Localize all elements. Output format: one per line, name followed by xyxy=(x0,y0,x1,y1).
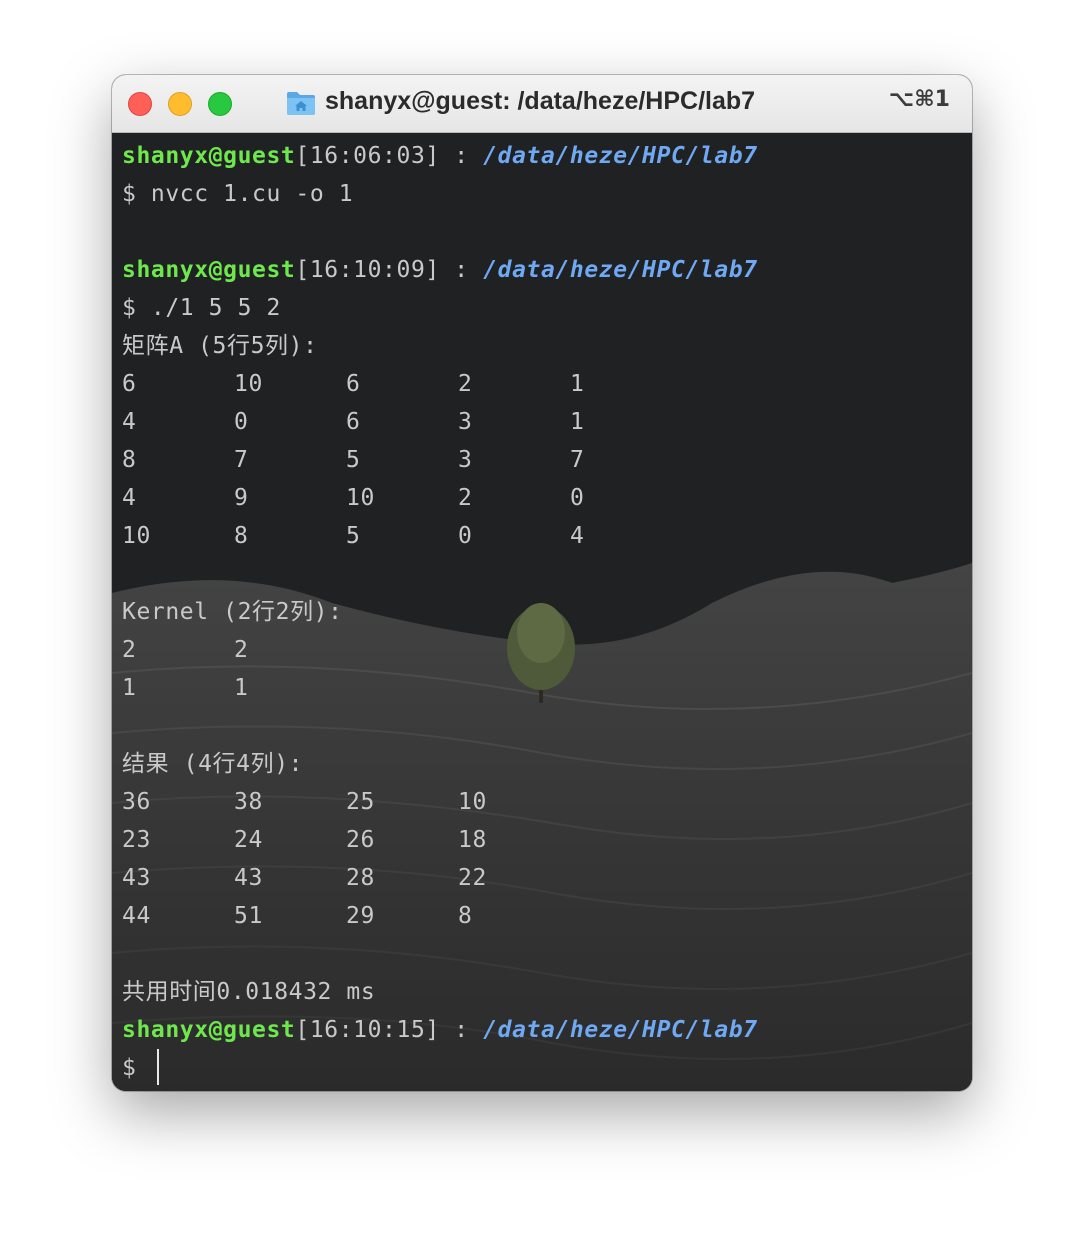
result-cell: 26 xyxy=(346,827,375,853)
result-cell: 8 xyxy=(458,903,473,929)
terminal-content[interactable]: shanyx@guest[16:06:03] : /data/heze/HPC/… xyxy=(112,133,972,1091)
result-row: 43 43 28 22 xyxy=(122,859,962,897)
kernel-row: 11 xyxy=(122,669,962,707)
result-cell: 22 xyxy=(458,865,487,891)
input-line[interactable]: $ xyxy=(122,1048,962,1087)
close-button[interactable] xyxy=(128,92,152,116)
prompt-time: [16:06:03] xyxy=(295,143,440,169)
matrix-a-row: 10 8 5 0 4 xyxy=(122,517,962,555)
maximize-button[interactable] xyxy=(208,92,232,116)
kernel-row: 22 xyxy=(122,631,962,669)
matrix-cell: 7 xyxy=(570,447,585,473)
matrix-cell: 2 xyxy=(458,371,473,397)
kernel-cell: 2 xyxy=(234,637,249,663)
matrix-cell: 1 xyxy=(570,371,585,397)
window-title: shanyx@guest: /data/heze/HPC/lab7 xyxy=(325,87,756,115)
prompt-path: /data/heze/HPC/lab7 xyxy=(483,1017,758,1043)
matrix-cell: 5 xyxy=(346,523,361,549)
matrix-cell: 10 xyxy=(234,371,263,397)
result-cell: 44 xyxy=(122,903,151,929)
elapsed-time-line: 共用时间0.018432 ms xyxy=(122,979,376,1005)
matrix-a-row: 8 7 5 3 7 xyxy=(122,441,962,479)
prompt-separator: : xyxy=(439,257,484,283)
result-row: 36 38 25 10 xyxy=(122,783,962,821)
matrix-cell: 0 xyxy=(458,523,473,549)
result-cell: 38 xyxy=(234,789,263,815)
matrix-a-header: 矩阵A (5行5列): xyxy=(122,333,318,359)
result-cell: 25 xyxy=(346,789,375,815)
matrix-cell: 4 xyxy=(570,523,585,549)
result-header: 结果 (4行4列): xyxy=(122,751,304,777)
matrix-cell: 8 xyxy=(234,523,249,549)
kernel-cell: 1 xyxy=(122,675,137,701)
result-cell: 18 xyxy=(458,827,487,853)
prompt-user: shanyx@guest xyxy=(122,257,296,283)
matrix-cell: 6 xyxy=(346,371,361,397)
matrix-cell: 4 xyxy=(122,409,137,435)
prompt-line: shanyx@guest[16:06:03] : /data/heze/HPC/… xyxy=(122,137,962,175)
matrix-a-row: 4 9 10 2 0 xyxy=(122,479,962,517)
result-cell: 29 xyxy=(346,903,375,929)
result-row: 44 51 29 8 xyxy=(122,897,962,935)
matrix-cell: 10 xyxy=(122,523,151,549)
prompt-user: shanyx@guest xyxy=(122,143,296,169)
terminal-window: shanyx@guest: /data/heze/HPC/lab7 ⌥⌘1 sh… xyxy=(112,75,972,1091)
matrix-cell: 2 xyxy=(458,485,473,511)
window-shortcut: ⌥⌘1 xyxy=(888,87,950,112)
matrix-cell: 0 xyxy=(234,409,249,435)
command-line: $ nvcc 1.cu -o 1 xyxy=(122,181,354,207)
prompt-time: [16:10:15] xyxy=(295,1017,440,1043)
matrix-cell: 1 xyxy=(570,409,585,435)
prompt-symbol: $ xyxy=(122,1055,151,1081)
prompt-path: /data/heze/HPC/lab7 xyxy=(483,257,758,283)
result-cell: 23 xyxy=(122,827,151,853)
terminal-output: shanyx@guest[16:06:03] : /data/heze/HPC/… xyxy=(122,137,962,1087)
matrix-cell: 3 xyxy=(458,409,473,435)
command-line: $ ./1 5 5 2 xyxy=(122,295,281,321)
result-cell: 36 xyxy=(122,789,151,815)
result-cell: 24 xyxy=(234,827,263,853)
prompt-separator: : xyxy=(439,143,484,169)
matrix-cell: 10 xyxy=(346,485,375,511)
matrix-cell: 8 xyxy=(122,447,137,473)
minimize-button[interactable] xyxy=(168,92,192,116)
matrix-cell: 7 xyxy=(234,447,249,473)
text-cursor xyxy=(156,1048,159,1085)
kernel-cell: 2 xyxy=(122,637,137,663)
matrix-cell: 6 xyxy=(346,409,361,435)
matrix-cell: 3 xyxy=(458,447,473,473)
result-cell: 43 xyxy=(234,865,263,891)
kernel-cell: 1 xyxy=(234,675,249,701)
prompt-path: /data/heze/HPC/lab7 xyxy=(483,143,758,169)
matrix-cell: 0 xyxy=(570,485,585,511)
matrix-cell: 5 xyxy=(346,447,361,473)
result-cell: 10 xyxy=(458,789,487,815)
prompt-user: shanyx@guest xyxy=(122,1017,296,1043)
result-row: 23 24 26 18 xyxy=(122,821,962,859)
matrix-a-row: 4 0 6 3 1 xyxy=(122,403,962,441)
result-cell: 28 xyxy=(346,865,375,891)
prompt-line: shanyx@guest[16:10:15] : /data/heze/HPC/… xyxy=(122,1011,962,1049)
kernel-header: Kernel (2行2列): xyxy=(122,599,343,625)
matrix-cell: 4 xyxy=(122,485,137,511)
matrix-cell: 9 xyxy=(234,485,249,511)
home-folder-icon xyxy=(287,92,315,115)
title-bar[interactable]: shanyx@guest: /data/heze/HPC/lab7 ⌥⌘1 xyxy=(112,75,972,133)
matrix-cell: 6 xyxy=(122,371,137,397)
prompt-time: [16:10:09] xyxy=(295,257,440,283)
result-cell: 43 xyxy=(122,865,151,891)
result-cell: 51 xyxy=(234,903,263,929)
matrix-a-row: 6 10 6 2 1 xyxy=(122,365,962,403)
prompt-line: shanyx@guest[16:10:09] : /data/heze/HPC/… xyxy=(122,251,962,289)
prompt-separator: : xyxy=(439,1017,484,1043)
